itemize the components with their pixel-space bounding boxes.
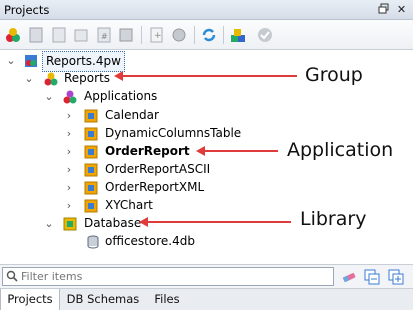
- toolbar: # +: [0, 20, 413, 50]
- panel-title: Projects: [4, 3, 50, 17]
- tree-row-database[interactable]: ⌄ Database: [0, 214, 300, 233]
- chevron-right-icon[interactable]: ›: [64, 196, 74, 215]
- chevron-down-icon[interactable]: ⌄: [24, 69, 34, 88]
- annotation-arrow-line: [147, 221, 291, 223]
- tree-row-app[interactable]: › XYChart: [0, 196, 300, 215]
- tree-label-app: XYChart: [105, 198, 153, 212]
- add-file-icon[interactable]: [50, 26, 68, 44]
- tree-label-app: Calendar: [105, 108, 159, 122]
- toolbar-separator: [194, 26, 195, 44]
- svg-text:#: #: [101, 32, 108, 41]
- refresh-icon[interactable]: [200, 26, 218, 44]
- annotation-library: Library: [300, 208, 367, 230]
- tab-projects[interactable]: Projects: [0, 289, 60, 310]
- tree-label-app: DynamicColumnsTable: [105, 126, 242, 140]
- tree-row-reports[interactable]: ⌄ Reports: [0, 69, 300, 88]
- close-icon[interactable]: ✕: [395, 3, 408, 16]
- annotation-arrow-line: [204, 150, 278, 152]
- group-icon: [63, 90, 77, 104]
- database-file-icon: [86, 235, 100, 249]
- new-project-icon[interactable]: [4, 26, 22, 44]
- tree-row-app[interactable]: › OrderReportXML: [0, 178, 300, 197]
- application-icon: [84, 163, 98, 177]
- pin-icon[interactable]: [378, 3, 391, 16]
- chevron-right-icon[interactable]: ›: [64, 178, 74, 197]
- tree-row-app[interactable]: › OrderReportASCII: [0, 160, 300, 179]
- application-icon: [84, 127, 98, 141]
- chevron-down-icon[interactable]: ⌄: [44, 87, 54, 106]
- chevron-right-icon[interactable]: ›: [64, 106, 74, 125]
- tab-db-schemas[interactable]: DB Schemas: [62, 289, 144, 310]
- tree-label-app-startup: OrderReport: [105, 144, 190, 158]
- toolbar-separator: [141, 26, 142, 44]
- annotation-arrow-line: [122, 75, 297, 77]
- tree-row-root[interactable]: ⌄ Reports.4pw: [0, 51, 300, 72]
- chevron-down-icon[interactable]: ⌄: [44, 214, 54, 233]
- tree-row-db-file[interactable]: officestore.4db: [0, 232, 300, 251]
- tab-files[interactable]: Files: [146, 289, 188, 310]
- annotation-group: Group: [305, 64, 363, 86]
- add-module-icon[interactable]: [117, 26, 135, 44]
- chevron-right-icon[interactable]: ›: [64, 142, 74, 161]
- toolbar-separator: [223, 26, 224, 44]
- expand-all-icon[interactable]: [388, 269, 404, 285]
- svg-text:+: +: [154, 31, 162, 41]
- check-icon[interactable]: [256, 26, 274, 44]
- tree-label-db-file: officestore.4db: [105, 234, 195, 248]
- tree-row-app[interactable]: › DynamicColumnsTable: [0, 124, 300, 143]
- tree-row-applications[interactable]: ⌄ Applications: [0, 87, 300, 106]
- add-class-icon[interactable]: #: [95, 26, 113, 44]
- application-icon: [84, 145, 98, 159]
- project-file-icon: [24, 54, 38, 68]
- chevron-down-icon[interactable]: ⌄: [6, 51, 16, 70]
- chevron-right-icon[interactable]: ›: [64, 124, 74, 143]
- add-folder-icon[interactable]: [72, 26, 90, 44]
- panel-titlebar: Projects ✕: [0, 0, 413, 20]
- search-icon: [6, 270, 18, 282]
- tree-label-applications: Applications: [84, 89, 158, 103]
- application-icon: [84, 109, 98, 123]
- collapse-all-icon[interactable]: [364, 269, 380, 285]
- tree-label-app: OrderReportXML: [105, 180, 205, 194]
- tree-label-reports: Reports: [64, 71, 111, 85]
- annotation-application: Application: [287, 139, 394, 161]
- tree-row-app[interactable]: › Calendar: [0, 106, 300, 125]
- group-icon: [44, 72, 58, 86]
- clear-filter-icon[interactable]: [341, 269, 357, 285]
- filter-bar: [0, 264, 413, 288]
- new-document-icon[interactable]: +: [148, 26, 166, 44]
- settings-icon[interactable]: [170, 26, 188, 44]
- application-icon: [84, 199, 98, 213]
- library-icon: [63, 217, 77, 231]
- project-tree: ⌄ Reports.4pw ⌄ Reports ⌄ Applications ›…: [0, 51, 413, 264]
- build-icon[interactable]: [229, 26, 247, 44]
- panel-tabs: Projects DB Schemas Files: [0, 288, 413, 310]
- chevron-right-icon[interactable]: ›: [64, 160, 74, 179]
- tree-label-database: Database: [84, 216, 142, 230]
- filter-input[interactable]: [2, 267, 334, 286]
- application-icon: [84, 181, 98, 195]
- tree-label-app: OrderReportASCII: [105, 162, 211, 176]
- add-item-icon[interactable]: [27, 26, 45, 44]
